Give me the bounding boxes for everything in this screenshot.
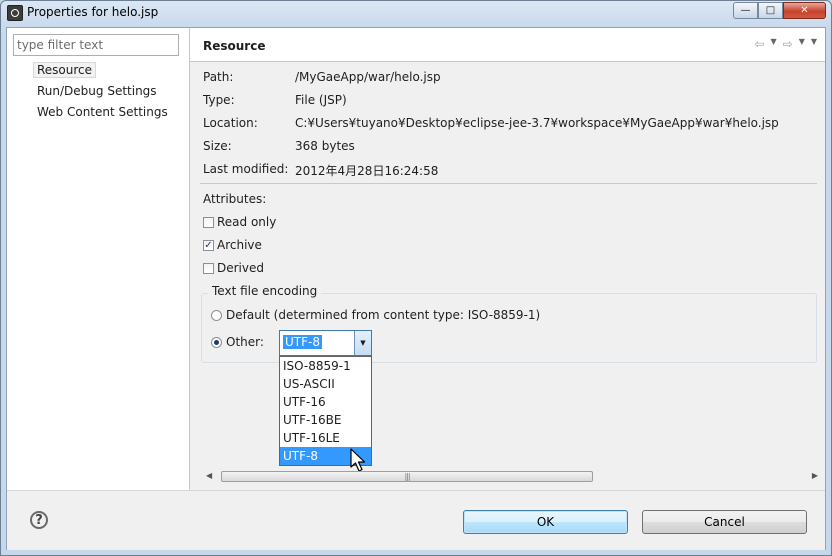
encoding-combo[interactable]: UTF-8 ▼ [279, 330, 372, 356]
scrollbar-thumb[interactable]: ||| [221, 471, 593, 482]
checkmark-icon: ✓ [204, 239, 213, 251]
minimize-button[interactable]: — [733, 2, 758, 19]
dropdown-option-us-ascii[interactable]: US-ASCII [280, 375, 371, 393]
tree-item-run-debug-settings[interactable]: Run/Debug Settings [37, 84, 157, 98]
page-navigation: ⇦ ▼ ⇨ ▼ ▼ [754, 37, 817, 51]
help-icon[interactable]: ? [30, 511, 48, 529]
horizontal-scrollbar[interactable]: ◀ ||| ▶ [204, 469, 820, 484]
page-header: Resource ⇦ ▼ ⇨ ▼ ▼ [190, 28, 825, 62]
tree-item-resource[interactable]: Resource [33, 62, 97, 78]
archive-label: Archive [217, 238, 262, 252]
archive-checkbox[interactable]: ✓ [203, 239, 214, 251]
derived-checkbox[interactable] [203, 262, 214, 274]
type-label: Type: [203, 93, 235, 107]
title-bar[interactable]: Properties for helo.jsp — □ ✕ [1, 1, 831, 25]
default-encoding-radio-row[interactable]: Default (determined from content type: I… [211, 308, 540, 322]
eclipse-app-icon [7, 5, 23, 21]
read-only-checkbox[interactable] [203, 216, 214, 228]
minimize-icon: — [740, 5, 751, 16]
derived-checkbox-row[interactable]: Derived [203, 261, 264, 275]
encoding-combo-value[interactable]: UTF-8 [283, 335, 322, 349]
default-encoding-radio[interactable] [211, 309, 222, 321]
dropdown-option-iso-8859-1[interactable]: ISO-8859-1 [280, 357, 371, 375]
properties-page: Resource ⇦ ▼ ⇨ ▼ ▼ Path: /MyGaeApp/war/h… [190, 28, 825, 490]
maximize-icon: □ [765, 5, 776, 16]
back-arrow-icon[interactable]: ⇦ [754, 37, 764, 51]
properties-dialog: Properties for helo.jsp — □ ✕ Resource R… [0, 0, 832, 556]
filter-input[interactable] [13, 34, 179, 56]
default-encoding-label: Default (determined from content type: I… [226, 308, 541, 322]
chevron-down-icon: ▼ [360, 339, 366, 347]
other-encoding-label: Other: [226, 335, 264, 349]
combo-dropdown-button[interactable]: ▼ [354, 331, 371, 355]
close-button[interactable]: ✕ [783, 2, 826, 19]
text-file-encoding-legend: Text file encoding [208, 284, 322, 298]
back-history-dropdown-icon[interactable]: ▼ [770, 37, 776, 51]
divider [200, 183, 817, 184]
window-controls: — □ ✕ [733, 2, 826, 19]
close-icon: ✕ [800, 5, 809, 16]
dropdown-option-utf-16be[interactable]: UTF-16BE [280, 411, 371, 429]
button-bar: ? OK Cancel [7, 490, 825, 550]
other-encoding-radio-row[interactable]: Other: [211, 335, 264, 349]
ok-button[interactable]: OK [463, 510, 628, 534]
other-encoding-radio[interactable] [211, 336, 222, 348]
archive-checkbox-row[interactable]: ✓ Archive [203, 238, 262, 252]
forward-arrow-icon[interactable]: ⇨ [783, 37, 793, 51]
forward-history-dropdown-icon[interactable]: ▼ [799, 37, 805, 51]
path-label: Path: [203, 70, 234, 84]
view-menu-icon[interactable]: ▼ [811, 37, 817, 51]
derived-label: Derived [217, 261, 264, 275]
read-only-checkbox-row[interactable]: Read only [203, 215, 276, 229]
maximize-button[interactable]: □ [758, 2, 783, 19]
size-label: Size: [203, 139, 232, 153]
size-value: 368 bytes [295, 139, 355, 153]
location-value: C:¥Users¥tuyano¥Desktop¥eclipse-jee-3.7¥… [295, 116, 779, 130]
tree-item-web-content-settings[interactable]: Web Content Settings [37, 105, 168, 119]
dialog-client-area: Resource Run/Debug Settings Web Content … [6, 27, 826, 550]
type-value: File (JSP) [295, 93, 347, 107]
scroll-right-icon[interactable]: ▶ [812, 471, 818, 480]
dropdown-option-utf-16le[interactable]: UTF-16LE [280, 429, 371, 447]
page-title: Resource [203, 39, 266, 53]
cancel-button[interactable]: Cancel [642, 510, 807, 534]
read-only-label: Read only [217, 215, 277, 229]
category-tree-pane: Resource Run/Debug Settings Web Content … [7, 28, 190, 490]
path-value: /MyGaeApp/war/helo.jsp [295, 70, 441, 84]
location-label: Location: [203, 116, 258, 130]
window-title: Properties for helo.jsp [27, 5, 159, 19]
grip-icon: ||| [404, 472, 410, 481]
last-modified-value: 2012年4月28日16:24:58 [295, 164, 439, 178]
dropdown-option-utf-16[interactable]: UTF-16 [280, 393, 371, 411]
scroll-left-icon[interactable]: ◀ [206, 471, 212, 480]
attributes-label: Attributes: [203, 192, 267, 206]
last-modified-label: Last modified: [203, 162, 289, 176]
